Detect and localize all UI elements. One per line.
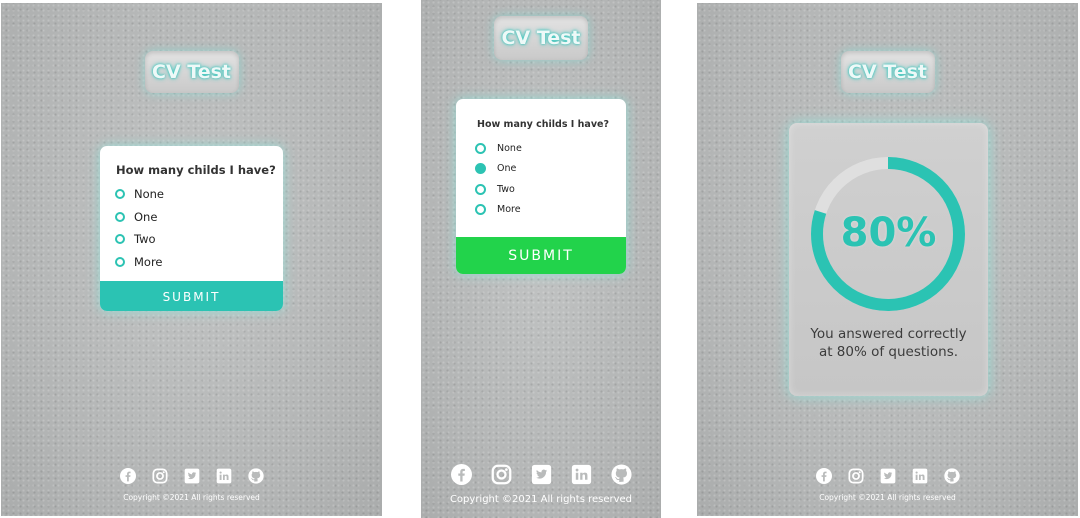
submit-button[interactable]: SUBMIT [456,237,626,274]
twitter-icon[interactable] [531,464,552,485]
result-message: You answered correctly at 80% of questio… [793,325,984,361]
option-label: One [134,209,158,224]
radio-button[interactable] [115,211,125,222]
question-text: How many childs I have? [116,163,276,177]
instagram-icon[interactable] [491,464,512,485]
facebook-icon[interactable] [450,464,472,485]
question-card: How many childs I have? None One Two Mor… [100,146,283,311]
radio-button[interactable] [115,234,125,245]
result-screen: CV Test 80% You answered correctly at 80… [697,3,1078,516]
result-message-line: at 80% of questions. [818,344,959,360]
question-card: How many childs I have? None One Two Mor… [456,99,626,274]
facebook-icon[interactable] [815,468,832,484]
github-icon[interactable] [943,468,960,484]
social-links [421,464,661,485]
submit-button[interactable]: SUBMIT [100,281,283,311]
option-label: One [497,163,517,175]
footer: Copyright ©2021 All rights reserved [421,464,661,505]
copyright-text: Copyright ©2021 All rights reserved [123,493,260,502]
twitter-icon[interactable] [880,468,896,484]
footer: Copyright ©2021 All rights reserved [697,468,1078,502]
option-label: None [134,187,165,202]
linkedin-icon[interactable] [571,464,592,485]
option-one[interactable]: One [475,159,522,180]
quiz-screen-unanswered: CV Test How many childs I have? None One… [1,3,382,516]
radio-button[interactable] [475,204,486,216]
option-label: Two [497,183,515,195]
question-text: How many childs I have? [477,119,609,130]
social-links [1,468,382,484]
options-list: None One Two More [115,183,164,273]
option-more[interactable]: More [475,200,522,221]
option-none[interactable]: None [115,183,164,206]
option-two[interactable]: Two [115,228,164,251]
app-title: CV Test [840,51,935,93]
copyright-text: Copyright ©2021 All rights reserved [819,493,956,502]
linkedin-icon[interactable] [216,468,232,484]
instagram-icon[interactable] [151,468,168,484]
social-links [697,468,1078,484]
copyright-text: Copyright ©2021 All rights reserved [449,494,633,505]
option-label: More [497,204,521,216]
facebook-icon[interactable] [119,468,136,484]
options-list: None One Two More [475,138,522,220]
option-one[interactable]: One [115,206,164,229]
github-icon[interactable] [610,464,632,485]
radio-button[interactable] [475,183,486,195]
result-message-line: You answered correctly [810,326,967,342]
quiz-screen-answered: CV Test How many childs I have? None One… [421,0,661,518]
radio-button-selected[interactable] [475,163,486,175]
app-title: CV Test [494,16,588,60]
result-card: 80% You answered correctly at 80% of que… [789,123,988,396]
option-more[interactable]: More [115,251,164,274]
app-title: CV Test [144,51,239,93]
twitter-icon[interactable] [184,468,200,484]
radio-button[interactable] [475,142,486,154]
option-label: None [497,142,522,154]
option-label: Two [134,232,156,247]
linkedin-icon[interactable] [912,468,928,484]
score-percent: 80% [840,210,937,256]
instagram-icon[interactable] [847,468,864,484]
radio-button[interactable] [115,256,125,267]
option-label: More [134,254,163,269]
footer: Copyright ©2021 All rights reserved [1,468,382,502]
radio-button[interactable] [115,189,125,200]
option-none[interactable]: None [475,138,522,159]
github-icon[interactable] [247,468,264,484]
option-two[interactable]: Two [475,179,522,200]
